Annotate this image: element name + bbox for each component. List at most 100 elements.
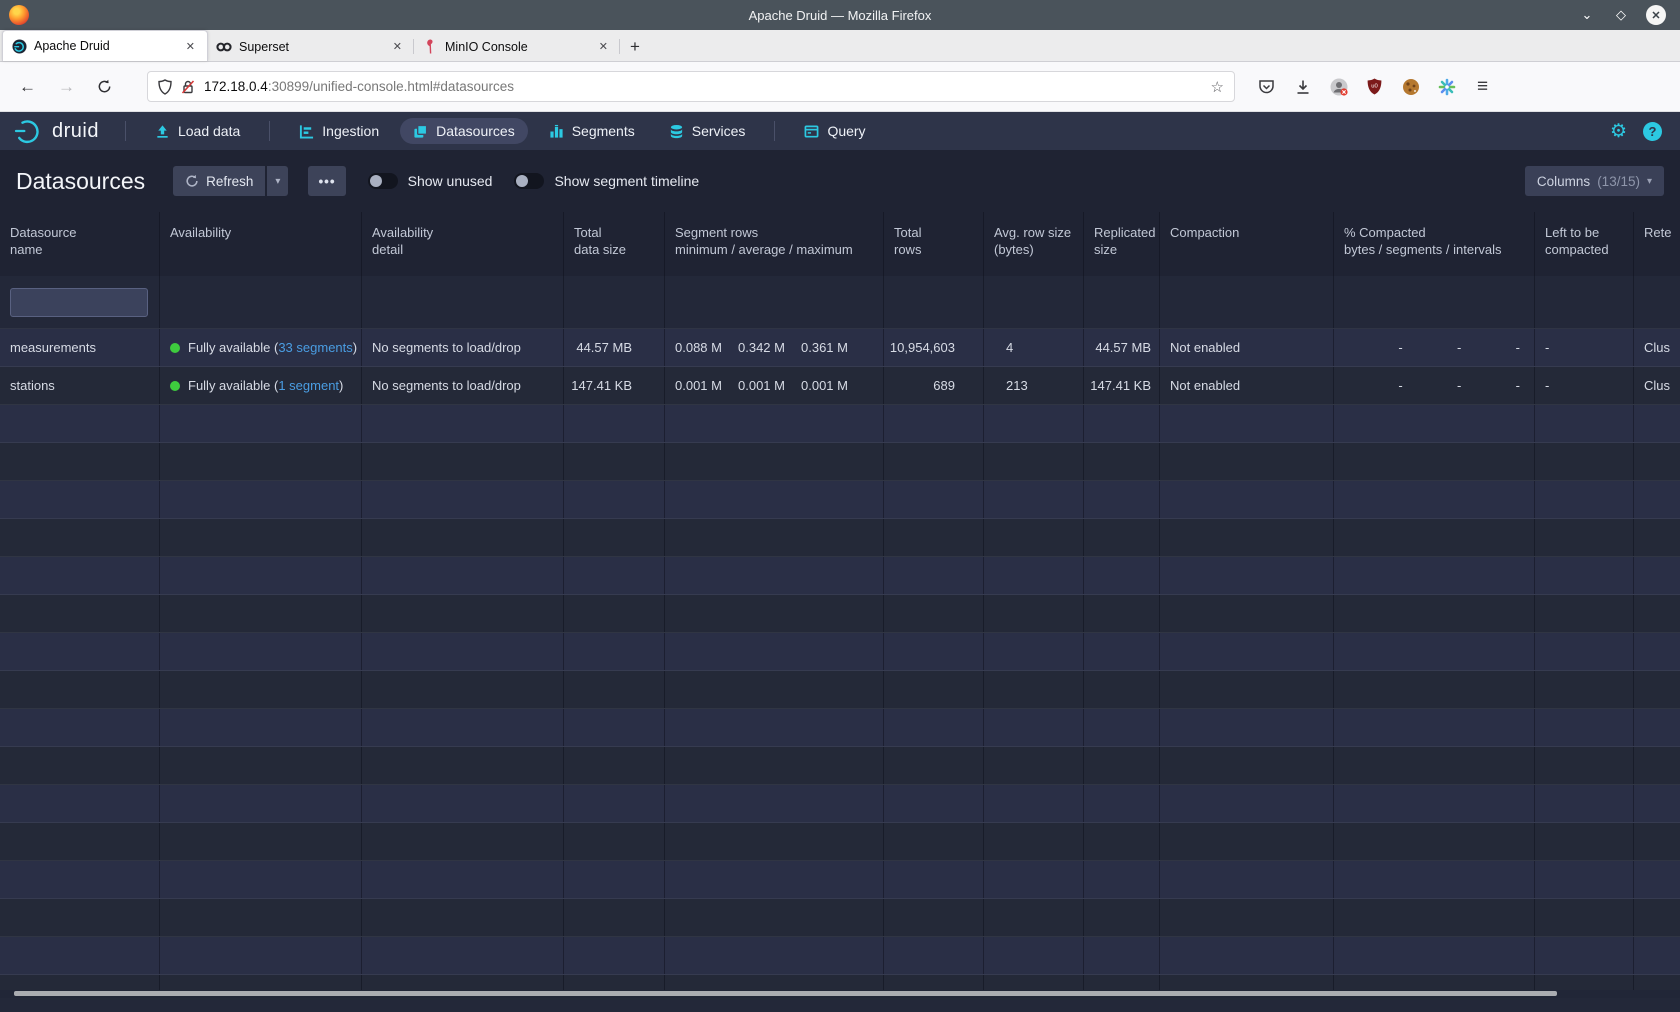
empty-cell (1084, 443, 1160, 480)
column-header-datasource-name[interactable]: Datasourcename (0, 212, 160, 276)
column-header-compaction[interactable]: Compaction (1160, 212, 1334, 276)
window-maximize-icon[interactable]: ◇ (1612, 7, 1630, 23)
table-row-stations[interactable]: stations Fully available (1 segment) No … (0, 367, 1680, 405)
empty-row (0, 671, 1680, 709)
empty-cell (1535, 861, 1634, 898)
empty-cell (984, 595, 1084, 632)
tab-apache-druid[interactable]: Apache Druid ✕ (2, 30, 208, 61)
empty-cell (984, 671, 1084, 708)
empty-cell (1634, 443, 1680, 480)
empty-cell (1634, 785, 1680, 822)
empty-cell (1334, 861, 1535, 898)
column-header-availability-detail[interactable]: Availabilitydetail (362, 212, 564, 276)
empty-cell (564, 595, 665, 632)
availability-detail-cell: No segments to load/drop (362, 329, 564, 366)
settings-gear-icon[interactable]: ⚙ (1610, 120, 1627, 143)
empty-cell (665, 671, 884, 708)
tab-label: MinIO Console (445, 40, 588, 54)
empty-cell (665, 481, 884, 518)
empty-cell (1334, 747, 1535, 784)
column-header-retention[interactable]: Rete (1634, 212, 1680, 276)
empty-cell (1334, 595, 1535, 632)
tab-superset[interactable]: Superset ✕ (208, 32, 414, 61)
empty-cell (1634, 671, 1680, 708)
column-header-replicated-size[interactable]: Replicatedsize (1084, 212, 1160, 276)
help-icon[interactable]: ? (1643, 122, 1662, 141)
tab-close-icon[interactable]: ✕ (595, 38, 612, 55)
empty-cell (1084, 633, 1160, 670)
more-actions-button[interactable]: ••• (308, 166, 345, 196)
empty-cell (1634, 595, 1680, 632)
window-minimize-icon[interactable]: ⌄ (1578, 7, 1596, 23)
window-close-icon[interactable]: ✕ (1646, 5, 1666, 25)
empty-cell (0, 595, 160, 632)
column-header-segment-rows[interactable]: Segment rowsminimum / average / maximum (665, 212, 884, 276)
column-header-total-data-size[interactable]: Totaldata size (564, 212, 665, 276)
empty-cell (1160, 633, 1334, 670)
status-dot-green (170, 343, 180, 353)
window-title: Apache Druid — Mozilla Firefox (0, 8, 1680, 23)
account-extension-icon[interactable] (1325, 73, 1352, 100)
druid-brand[interactable]: druid (14, 118, 99, 144)
tab-close-icon[interactable]: ✕ (389, 38, 406, 55)
new-tab-button[interactable]: + (620, 37, 652, 61)
refresh-dropdown-button[interactable]: ▾ (267, 166, 288, 196)
url-path: :30899/unified-console.html#datasources (268, 79, 514, 94)
empty-cell (1634, 519, 1680, 556)
show-segment-timeline-toggle[interactable] (514, 173, 544, 189)
url-bar[interactable]: 172.18.0.4:30899/unified-console.html#da… (147, 71, 1235, 102)
downloads-icon[interactable] (1289, 73, 1316, 100)
nav-ingestion[interactable]: Ingestion (286, 118, 392, 144)
tab-minio-console[interactable]: MinIO Console ✕ (414, 32, 620, 61)
empty-cell (160, 481, 362, 518)
column-header-availability[interactable]: Availability (160, 212, 362, 276)
empty-cell (1084, 557, 1160, 594)
segments-link[interactable]: 1 segment (278, 378, 339, 393)
nav-segments[interactable]: Segments (536, 118, 648, 144)
bookmark-star-icon[interactable]: ☆ (1211, 78, 1224, 96)
url-text[interactable]: 172.18.0.4:30899/unified-console.html#da… (204, 79, 1202, 94)
empty-cell (1334, 937, 1535, 974)
pocket-icon[interactable] (1253, 73, 1280, 100)
empty-cell (362, 443, 564, 480)
empty-row (0, 557, 1680, 595)
column-header-avg-row-size[interactable]: Avg. row size(bytes) (984, 212, 1084, 276)
table-row-measurements[interactable]: measurements Fully available (33 segment… (0, 329, 1680, 367)
tab-close-icon[interactable]: ✕ (182, 38, 199, 55)
column-header-pct-compacted[interactable]: % Compactedbytes / segments / intervals (1334, 212, 1535, 276)
column-header-left-to-be-compacted[interactable]: Left to becompacted (1535, 212, 1634, 276)
show-unused-toggle[interactable] (368, 173, 398, 189)
segments-link[interactable]: 33 segments (278, 340, 352, 355)
refresh-button[interactable]: Refresh (173, 166, 265, 196)
pct-compacted-cell: --- (1334, 367, 1535, 404)
nav-services[interactable]: Services (656, 118, 759, 144)
empty-cell (0, 899, 160, 936)
pct-compacted-cell: --- (1334, 329, 1535, 366)
empty-cell (160, 823, 362, 860)
empty-cell (564, 557, 665, 594)
insecure-lock-icon[interactable] (181, 79, 195, 95)
nav-datasources[interactable]: Datasources (400, 118, 528, 144)
empty-cell (362, 975, 564, 990)
empty-cell (564, 861, 665, 898)
cookie-extension-icon[interactable] (1397, 73, 1424, 100)
scrollbar-thumb[interactable] (14, 991, 1557, 996)
empty-cell (1334, 405, 1535, 442)
ingestion-icon (299, 124, 314, 139)
nav-query[interactable]: Query (791, 118, 878, 144)
page-footer (0, 998, 1680, 1012)
reload-icon[interactable] (86, 75, 123, 98)
empty-cell (1334, 709, 1535, 746)
nav-load-data[interactable]: Load data (142, 118, 253, 144)
empty-cell (0, 405, 160, 442)
menu-hamburger-icon[interactable]: ≡ (1469, 73, 1496, 100)
ublock-icon[interactable]: u0 (1361, 73, 1388, 100)
datasource-name-filter-input[interactable] (10, 288, 148, 317)
empty-cell (884, 671, 984, 708)
columns-button[interactable]: Columns (13/15) ▾ (1525, 166, 1664, 196)
column-header-total-rows[interactable]: Totalrows (884, 212, 984, 276)
segment-rows-cell: 0.001 M0.001 M0.001 M (665, 367, 884, 404)
tracking-shield-icon[interactable] (158, 79, 172, 95)
back-icon[interactable]: ← (8, 73, 47, 101)
pinwheel-extension-icon[interactable] (1433, 73, 1460, 100)
